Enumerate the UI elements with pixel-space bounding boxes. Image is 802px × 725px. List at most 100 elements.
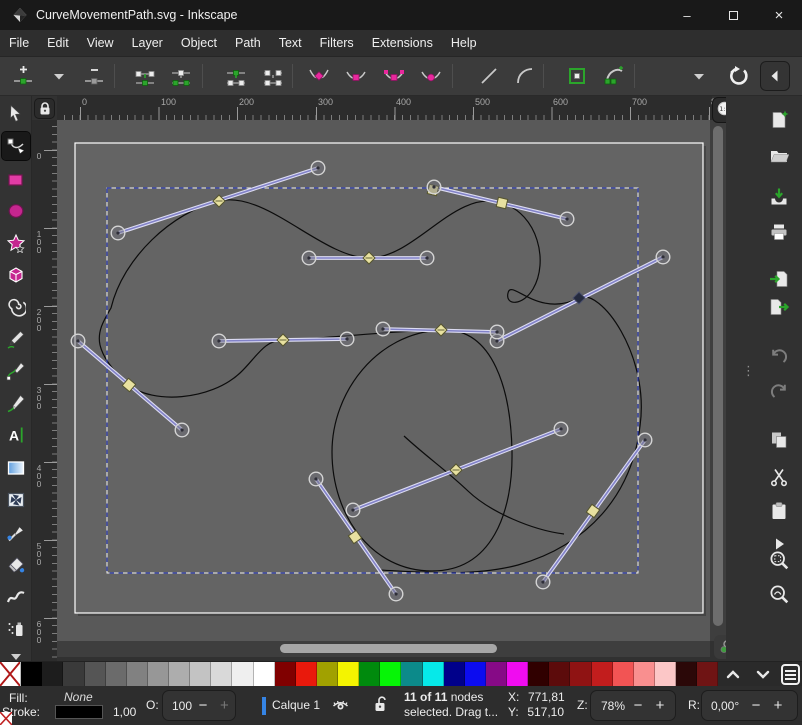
- node-editor-tool[interactable]: [2, 132, 30, 160]
- save-document-button[interactable]: [764, 182, 794, 212]
- swatch-#c3c3c3[interactable]: [190, 662, 211, 686]
- swatch-#efefef[interactable]: [232, 662, 253, 686]
- menu-path[interactable]: Path: [226, 32, 270, 54]
- menu-file[interactable]: File: [0, 32, 38, 54]
- stroke-width[interactable]: 1,00: [113, 705, 136, 719]
- selector-tool[interactable]: [2, 100, 30, 128]
- stroke-to-path-button[interactable]: [599, 61, 629, 91]
- mesh-tool[interactable]: [2, 486, 30, 514]
- swatch-#5c0b0b[interactable]: [549, 662, 570, 686]
- swatch-#8f1313[interactable]: [570, 662, 591, 686]
- pencil-tool[interactable]: [2, 325, 30, 353]
- rotation-increase-button[interactable]: +: [767, 697, 789, 714]
- line-segment-button[interactable]: [474, 61, 504, 91]
- zoom-value[interactable]: 78%: [591, 699, 627, 713]
- swatch-#6f1414[interactable]: [697, 662, 718, 686]
- path-node-2[interactable]: [496, 197, 507, 208]
- copy-button[interactable]: [764, 425, 794, 455]
- calligraphy-tool[interactable]: [2, 389, 30, 417]
- menu-text[interactable]: Text: [270, 32, 311, 54]
- swatch-#06e9e9[interactable]: [423, 662, 444, 686]
- join-nodes-button[interactable]: [130, 61, 160, 91]
- toolbar-options-menu-button[interactable]: [684, 61, 714, 91]
- swatch-#06f506[interactable]: [380, 662, 401, 686]
- smooth-node-button[interactable]: [341, 61, 371, 91]
- swatch-#fcc7c7[interactable]: [655, 662, 676, 686]
- swatch-#f00cf0[interactable]: [507, 662, 528, 686]
- swatch-#ffffff[interactable]: [254, 662, 275, 686]
- menu-view[interactable]: View: [78, 32, 123, 54]
- dropper-tool[interactable]: [2, 519, 30, 547]
- swatch-#0c0cf0[interactable]: [465, 662, 486, 686]
- swatch-#e9190c[interactable]: [296, 662, 317, 686]
- opacity-value[interactable]: 100: [163, 699, 192, 713]
- palette-scroll-down-button[interactable]: [749, 662, 777, 687]
- swatch-#f98f8f[interactable]: [634, 662, 655, 686]
- bucket-tool[interactable]: [2, 551, 30, 579]
- collapse-panel-button[interactable]: [760, 61, 790, 91]
- swatch-#1d1d1d[interactable]: [42, 662, 63, 686]
- dock-resize-handle[interactable]: ⋮: [742, 368, 755, 374]
- canvas-svg[interactable]: [57, 120, 710, 641]
- menu-layer[interactable]: Layer: [123, 32, 172, 54]
- print-button[interactable]: [764, 217, 794, 247]
- ellipse-tool[interactable]: [2, 197, 30, 225]
- auto-smooth-node-button[interactable]: [416, 61, 446, 91]
- maximize-button[interactable]: [710, 0, 756, 30]
- break-nodes-button[interactable]: [221, 61, 251, 91]
- menu-extensions[interactable]: Extensions: [363, 32, 442, 54]
- zoom-field[interactable]: 78% − +: [590, 690, 676, 721]
- new-document-button[interactable]: [764, 105, 794, 135]
- vertical-scrollbar-thumb[interactable]: [713, 126, 723, 626]
- close-button[interactable]: ×: [756, 0, 802, 30]
- pen-tool[interactable]: [2, 357, 30, 385]
- swatch-#979797[interactable]: [148, 662, 169, 686]
- swatch-#2b0808[interactable]: [676, 662, 697, 686]
- fill-value[interactable]: None: [64, 690, 93, 704]
- rotation-decrease-button[interactable]: −: [745, 697, 767, 714]
- vertical-scrollbar[interactable]: [710, 120, 726, 641]
- curve-segment-button[interactable]: [510, 61, 540, 91]
- swatch-#a1a100[interactable]: [317, 662, 338, 686]
- swatch-#008a0d[interactable]: [359, 662, 380, 686]
- zoom-decrease-button[interactable]: −: [627, 697, 649, 714]
- layer-lock-toggle[interactable]: [374, 696, 388, 715]
- swatch-#860a86[interactable]: [486, 662, 507, 686]
- swatch-#c21d1d[interactable]: [592, 662, 613, 686]
- swatch-#300000[interactable]: [528, 662, 549, 686]
- swatch-#d9d9d9[interactable]: [211, 662, 232, 686]
- opacity-field[interactable]: 100 − +: [162, 690, 236, 721]
- swatch-#f4f400[interactable]: [338, 662, 359, 686]
- stroke-swatch[interactable]: [55, 705, 103, 719]
- menu-edit[interactable]: Edit: [38, 32, 78, 54]
- opacity-decrease-button[interactable]: −: [192, 697, 213, 714]
- palette-scroll-up-button[interactable]: [719, 662, 747, 687]
- object-to-path-button[interactable]: [562, 61, 592, 91]
- minimize-button[interactable]: –: [664, 0, 710, 30]
- swatch-#555555[interactable]: [85, 662, 106, 686]
- rotation-field[interactable]: 0,00° − +: [701, 690, 798, 721]
- swatch-#00008a[interactable]: [444, 662, 465, 686]
- import-button[interactable]: [764, 264, 794, 294]
- swatch-#6b6b6b[interactable]: [106, 662, 127, 686]
- swatch-#3a3a3a[interactable]: [63, 662, 84, 686]
- swatch-#818181[interactable]: [127, 662, 148, 686]
- horizontal-scrollbar[interactable]: [57, 641, 710, 657]
- star-tool[interactable]: [2, 229, 30, 257]
- layer-visibility-toggle[interactable]: [332, 699, 349, 715]
- menu-filters[interactable]: Filters: [311, 32, 363, 54]
- export-button[interactable]: [764, 292, 794, 322]
- ruler-lock-button[interactable]: [34, 98, 55, 119]
- box3d-tool[interactable]: [2, 261, 30, 289]
- spray-tool[interactable]: [2, 615, 30, 643]
- delete-node-button[interactable]: [79, 61, 109, 91]
- rotation-value[interactable]: 0,00°: [702, 699, 745, 713]
- swatch-#f25454[interactable]: [613, 662, 634, 686]
- zoom-drawing-button[interactable]: [764, 579, 794, 609]
- swatch-#800000[interactable]: [275, 662, 296, 686]
- rectangle-tool[interactable]: [2, 166, 30, 194]
- palette-menu-button[interactable]: [781, 664, 800, 685]
- swatch-#000000[interactable]: [21, 662, 42, 686]
- redo-button[interactable]: [764, 376, 794, 406]
- undo-button[interactable]: [764, 341, 794, 371]
